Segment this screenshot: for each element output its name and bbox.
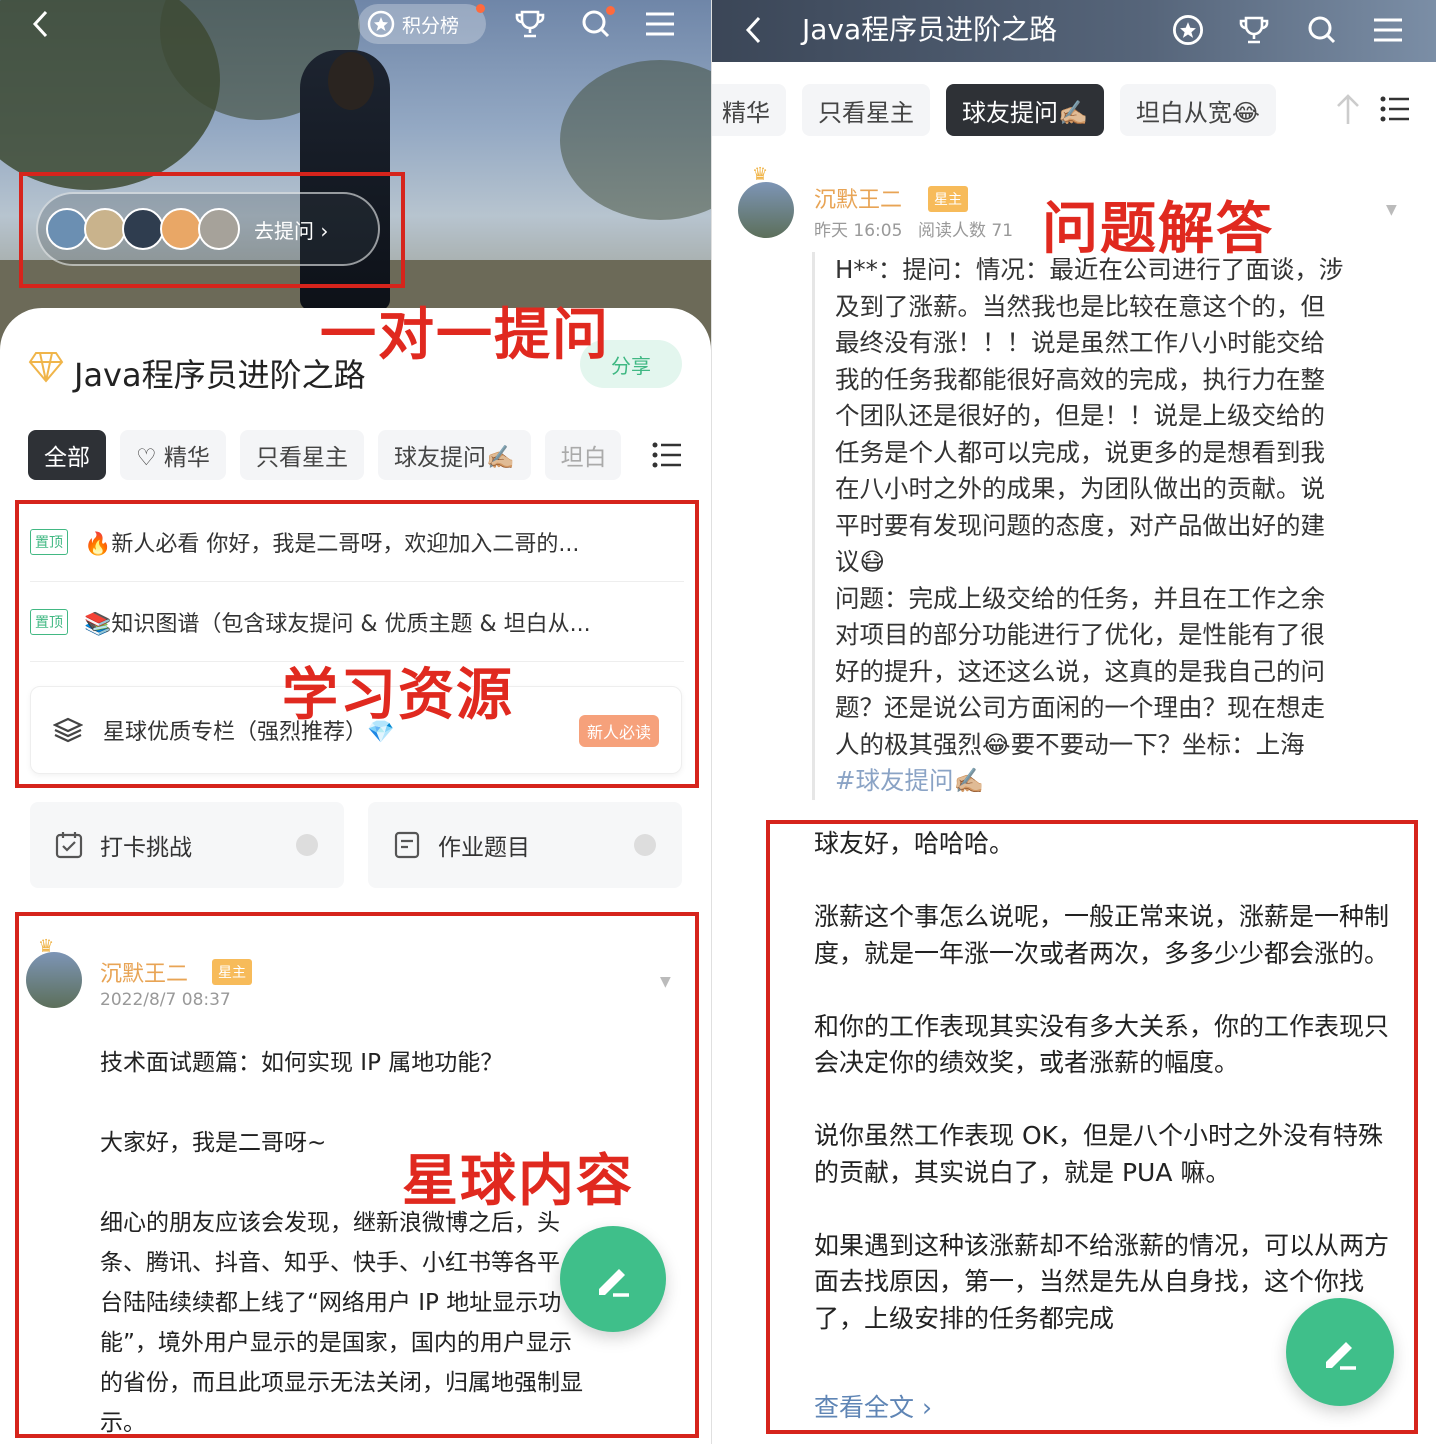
question-line: 平时要有发现问题的态度，对产品做出好的建	[835, 510, 1325, 540]
question-line: 好的提升，这还这么说，这真的是我自己的问	[835, 656, 1325, 686]
question-line: 对项目的部分功能进行了优化，是性能有了很	[835, 620, 1325, 649]
arrow-up-icon[interactable]	[1334, 92, 1362, 130]
back-arrow-icon[interactable]	[22, 6, 58, 42]
right-page-title: Java程序员进阶之路	[802, 13, 1058, 46]
screenshot-root: 积分榜 去提问 › Java程序员进阶之路 分享 全部 ♡ 精华 只看星主 球友…	[0, 0, 1436, 1444]
question-line: 议😷	[835, 547, 886, 576]
left-panel-group-home: 积分榜 去提问 › Java程序员进阶之路 分享 全部 ♡ 精华 只看星主 球友…	[0, 0, 711, 1444]
menu-icon[interactable]	[640, 6, 680, 42]
tab-confession[interactable]: 坦白	[544, 430, 621, 480]
trophy-icon[interactable]	[1234, 10, 1274, 50]
read-count: 阅读人数 71	[918, 221, 1014, 241]
chevron-circle-icon	[296, 834, 318, 856]
search-icon[interactable]	[1302, 10, 1342, 50]
document-icon	[394, 831, 420, 859]
annotation-box-resources	[15, 500, 699, 788]
tab-member-questions[interactable]: 球友提问✍🏼	[946, 84, 1104, 136]
right-panel-post-detail: Java程序员进阶之路 精华 只看星主 球友提问✍🏼 坦白从宽😂 ♛ 沉默王二 …	[711, 0, 1436, 1444]
annotation-content: 星球内容	[402, 1149, 634, 1214]
question-line: 任务是个人都可以完成，说更多的是想看到我	[835, 437, 1325, 467]
tab-confession[interactable]: 坦白从宽😂	[1119, 84, 1276, 136]
leaderboard-button[interactable]: 积分榜	[358, 4, 486, 44]
annotation-box-ask	[19, 172, 405, 288]
leaderboard-label: 积分榜	[402, 14, 460, 37]
question-line: 在八小时之外的成果，为团队做出的贡献。说	[835, 474, 1325, 503]
trophy-icon[interactable]	[510, 6, 550, 42]
list-menu-icon[interactable]	[652, 442, 682, 472]
diamond-icon	[28, 350, 64, 388]
menu-icon[interactable]	[1368, 10, 1408, 50]
author-avatar[interactable]	[738, 182, 794, 238]
left-top-bar: 积分榜	[0, 0, 711, 50]
left-filter-tabs: 全部 ♡ 精华 只看星主 球友提问✍🏼 坦白	[28, 430, 621, 480]
right-top-bar: Java程序员进阶之路	[712, 0, 1436, 62]
star-badge-icon	[367, 10, 395, 38]
right-filter-tabs: 精华 只看星主 球友提问✍🏼 坦白从宽😂	[712, 84, 1276, 136]
tab-member-questions[interactable]: 球友提问✍🏼	[377, 430, 531, 480]
tab-all[interactable]: 全部	[28, 430, 106, 480]
search-notification-dot	[606, 6, 615, 15]
notification-dot	[476, 4, 485, 13]
owner-badge: 星主	[928, 186, 968, 212]
post-time: 昨天 16:05	[814, 221, 903, 241]
question-line: 最终没有涨！！！说是虽然工作八小时能交给	[835, 328, 1325, 357]
annotation-resources: 学习资源	[282, 663, 514, 728]
question-line: 人的极其强烈😂要不要动一下？坐标：上海	[835, 729, 1305, 759]
topic-hashtag[interactable]: #球友提问✍🏼	[835, 763, 1382, 800]
calendar-check-icon	[55, 832, 83, 859]
checkin-challenge-entry[interactable]: 打卡挑战	[30, 802, 344, 888]
question-line: 问题：完成上级交给的任务，并且在工作之余	[835, 583, 1325, 613]
list-menu-icon[interactable]	[1380, 96, 1410, 126]
tab-owner-only[interactable]: 只看星主	[239, 430, 364, 480]
tab-owner-only[interactable]: 只看星主	[802, 84, 930, 136]
question-line: 我的任务我都能很好高效的完成，执行力在整	[835, 364, 1325, 394]
homework-label: 作业题目	[438, 835, 530, 861]
question-line: 题？还是说公司方面闲的一个理由？现在想走	[835, 693, 1325, 722]
star-badge-icon[interactable]	[1168, 10, 1208, 50]
question-quote: H**：提问：情况：最近在公司进行了面谈，涉 及到了涨薪。当然我也是比较在意这个…	[812, 252, 1382, 800]
tab-featured[interactable]: ♡ 精华	[120, 430, 226, 480]
annotation-box-answer	[766, 820, 1418, 1434]
tab-featured[interactable]: 精华	[712, 84, 786, 136]
chevron-down-icon[interactable]: ▼	[1386, 202, 1397, 218]
annotation-answer: 问题解答	[1042, 197, 1274, 262]
post-author-name[interactable]: 沉默王二	[814, 182, 902, 214]
back-arrow-icon[interactable]	[738, 12, 768, 48]
homework-entry[interactable]: 作业题目	[368, 802, 682, 888]
annotation-ask: 一对一提问	[320, 303, 610, 368]
chevron-circle-icon	[634, 834, 656, 856]
checkin-challenge-label: 打卡挑战	[100, 835, 192, 861]
question-line: 及到了涨薪。当然我也是比较在意这个的，但	[835, 291, 1325, 321]
question-line: 个团队还是很好的，但是！！说是上级交给的	[835, 401, 1325, 430]
